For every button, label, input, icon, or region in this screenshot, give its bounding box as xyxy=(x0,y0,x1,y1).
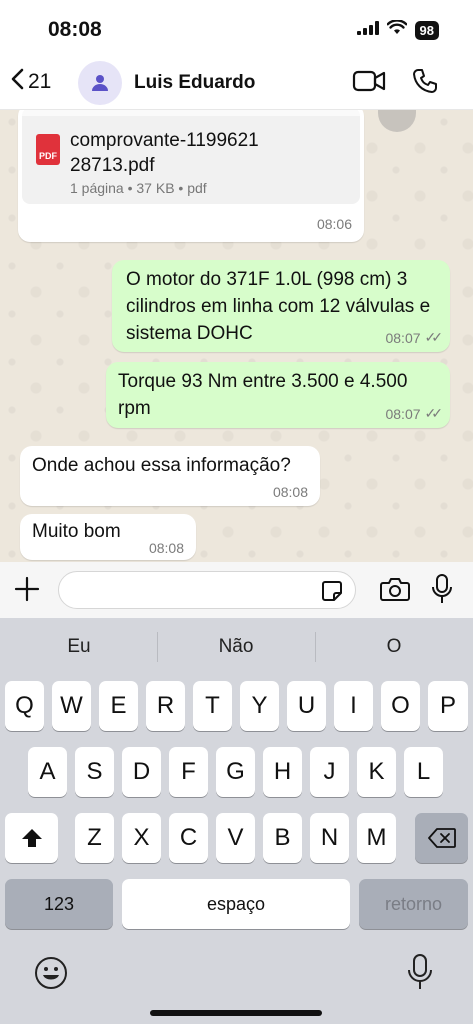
suggestion-item[interactable]: Eu xyxy=(19,636,139,658)
key-v[interactable]: V xyxy=(216,813,255,863)
shift-icon xyxy=(21,829,42,847)
file-card[interactable]: PDF comprovante-1199621 28713.pdf 1 pági… xyxy=(22,110,360,204)
key-j[interactable]: J xyxy=(310,747,349,797)
message-text: Onde achou essa informação? xyxy=(32,455,291,476)
message-input[interactable] xyxy=(58,571,356,609)
key-f[interactable]: F xyxy=(169,747,208,797)
key-w[interactable]: W xyxy=(52,681,91,731)
incoming-message-bubble[interactable]: Onde achou essa informação? 08:08 xyxy=(20,446,320,506)
key-p[interactable]: P xyxy=(428,681,468,731)
key-i[interactable]: I xyxy=(334,681,373,731)
read-checkmarks-icon: ✓✓ xyxy=(424,329,444,345)
key-b[interactable]: B xyxy=(263,813,302,863)
key-n[interactable]: N xyxy=(310,813,349,863)
back-button[interactable]: 21 xyxy=(10,68,51,96)
key-a[interactable]: A xyxy=(28,747,67,797)
camera-icon[interactable] xyxy=(380,576,410,607)
forward-button[interactable] xyxy=(378,110,416,132)
unread-count: 21 xyxy=(28,70,52,93)
chevron-left-icon xyxy=(10,68,24,96)
key-r[interactable]: R xyxy=(146,681,185,731)
sticker-icon[interactable] xyxy=(321,580,343,607)
key-x[interactable]: X xyxy=(122,813,161,863)
key-m[interactable]: M xyxy=(357,813,396,863)
key-e[interactable]: E xyxy=(99,681,138,731)
key-y[interactable]: Y xyxy=(240,681,279,731)
message-time: 08:08 xyxy=(272,484,308,500)
file-preview xyxy=(22,110,360,116)
signal-icon xyxy=(356,20,379,40)
suggestion-bar: Eu Não O xyxy=(0,618,473,676)
key-u[interactable]: U xyxy=(287,681,326,731)
status-icons: 98 xyxy=(356,19,439,40)
incoming-message-bubble[interactable]: Muito bom 08:08 xyxy=(20,514,196,560)
file-name: comprovante-1199621 28713.pdf xyxy=(70,130,259,176)
microphone-icon[interactable] xyxy=(432,574,452,609)
person-icon xyxy=(92,75,108,91)
pdf-icon: PDF xyxy=(36,134,60,165)
key-s[interactable]: S xyxy=(75,747,114,797)
key-z[interactable]: Z xyxy=(75,813,114,863)
key-k[interactable]: K xyxy=(357,747,396,797)
space-key[interactable]: espaço xyxy=(122,879,350,929)
read-checkmarks-icon: ✓✓ xyxy=(424,405,444,421)
outgoing-message-bubble[interactable]: Torque 93 Nm entre 3.500 e 4.500 rpm 08:… xyxy=(106,362,450,428)
battery-icon: 98 xyxy=(414,20,439,40)
contact-name[interactable]: Luis Eduardo xyxy=(134,72,255,94)
status-time: 08:08 xyxy=(48,18,102,41)
message-time: 08:06 xyxy=(316,216,352,232)
status-bar: 08:08 98 xyxy=(0,0,473,58)
chat-area[interactable]: PDF comprovante-1199621 28713.pdf 1 pági… xyxy=(0,110,473,562)
key-l[interactable]: L xyxy=(404,747,443,797)
wifi-icon xyxy=(386,19,407,40)
file-message-bubble[interactable]: PDF comprovante-1199621 28713.pdf 1 pági… xyxy=(18,110,364,242)
message-text: Muito bom xyxy=(32,521,121,542)
message-time: 08:08 xyxy=(148,540,184,556)
return-key[interactable]: retorno xyxy=(359,879,468,929)
avatar[interactable] xyxy=(78,61,122,105)
message-time: 08:07 ✓✓ xyxy=(385,329,444,346)
phone-call-icon[interactable] xyxy=(412,68,438,99)
key-t[interactable]: T xyxy=(193,681,232,731)
divider xyxy=(157,632,158,662)
key-o[interactable]: O xyxy=(381,681,420,731)
message-input-bar xyxy=(0,562,473,618)
key-g[interactable]: G xyxy=(216,747,255,797)
key-h[interactable]: H xyxy=(263,747,302,797)
dictation-microphone-icon[interactable] xyxy=(408,954,432,995)
key-q[interactable]: Q xyxy=(5,681,44,731)
file-meta: 1 página • 37 KB • pdf xyxy=(70,180,207,196)
emoji-icon[interactable] xyxy=(34,956,68,995)
numbers-key[interactable]: 123 xyxy=(5,879,113,929)
key-c[interactable]: C xyxy=(169,813,208,863)
message-time: 08:07 ✓✓ xyxy=(385,405,444,422)
backspace-icon xyxy=(427,828,456,848)
backspace-key[interactable] xyxy=(415,813,468,863)
divider xyxy=(315,632,316,662)
key-d[interactable]: D xyxy=(122,747,161,797)
home-indicator xyxy=(150,1010,322,1016)
chat-header: 21 Luis Eduardo xyxy=(0,58,473,110)
suggestion-item[interactable]: O xyxy=(334,636,454,658)
shift-key[interactable] xyxy=(5,813,58,863)
suggestion-item[interactable]: Não xyxy=(176,636,296,658)
plus-icon[interactable] xyxy=(14,570,40,608)
video-call-icon[interactable] xyxy=(352,69,386,98)
keyboard: Eu Não O Q W E R T Y U I O P A S D F G H… xyxy=(0,618,473,1024)
outgoing-message-bubble[interactable]: O motor do 371F 1.0L (998 cm) 3 cilindro… xyxy=(112,260,450,352)
